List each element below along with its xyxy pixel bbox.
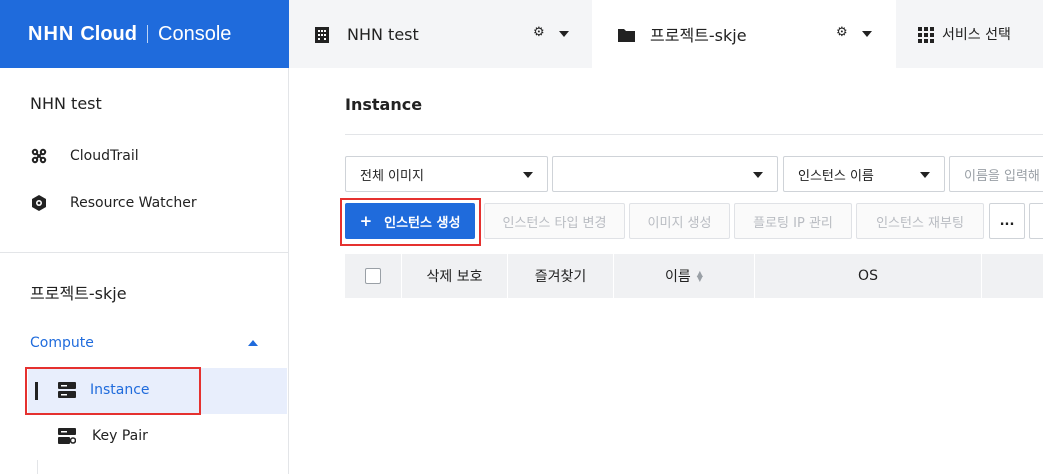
resource-watcher-icon	[30, 194, 48, 212]
sidebar-item-resource-watcher[interactable]: Resource Watcher	[30, 194, 197, 212]
header-next-column	[982, 254, 1043, 298]
sort-icon[interactable]: ▲ ▼	[697, 270, 703, 283]
select-all-checkbox[interactable]	[365, 268, 381, 284]
create-image-button[interactable]: 이미지 생성	[629, 203, 730, 239]
chevron-down-icon	[753, 172, 763, 178]
search-input[interactable]: 이름을 입력해	[949, 156, 1043, 192]
header-os[interactable]: OS	[755, 254, 981, 298]
tab-project[interactable]: 프로젝트-skje ⚙	[592, 0, 896, 68]
tab-organization-label: NHN test	[347, 24, 419, 44]
select-all-header	[345, 254, 401, 298]
folder-icon	[618, 27, 635, 42]
image-filter-select[interactable]: 전체 이미지	[345, 156, 548, 192]
search-field-value: 인스턴스 이름	[798, 168, 874, 184]
brand-nhn: NHN	[28, 22, 75, 45]
search-field-select[interactable]: 인스턴스 이름	[783, 156, 945, 192]
floating-ip-button[interactable]: 플로팅 IP 관리	[734, 203, 852, 239]
sidebar-item-label: Key Pair	[92, 428, 148, 444]
tab-organization[interactable]: NHN test ⚙	[289, 0, 592, 68]
flavor-filter-select[interactable]	[552, 156, 778, 192]
page-title: Instance	[345, 95, 423, 114]
key-pair-icon	[58, 428, 76, 444]
chevron-down-icon	[920, 172, 930, 178]
brand-console: Console	[158, 22, 232, 45]
sidebar-item-label: Resource Watcher	[70, 195, 197, 211]
change-instance-type-button[interactable]: 인스턴스 타입 변경	[484, 203, 625, 239]
reboot-instance-button[interactable]: 인스턴스 재부팅	[856, 203, 984, 239]
cloudtrail-icon	[30, 147, 48, 165]
tab-service-label: 서비스 선택	[942, 27, 1011, 43]
header-name-label: 이름	[665, 269, 691, 285]
chevron-down-icon	[523, 172, 533, 178]
highlight-box-instance	[25, 367, 201, 415]
chevron-down-icon[interactable]	[862, 31, 872, 37]
grid-icon	[918, 27, 934, 43]
sidebar-project-title: 프로젝트-skje	[30, 284, 127, 303]
overflow-button[interactable]	[1029, 203, 1043, 239]
chevron-down-icon[interactable]	[559, 31, 569, 37]
search-placeholder: 이름을 입력해	[964, 168, 1040, 184]
sidebar-item-label: CloudTrail	[70, 148, 139, 164]
tree-line	[37, 460, 38, 474]
main-content: Instance 전체 이미지 인스턴스 이름 이름을 입력해 + 인스턴스 생…	[289, 68, 1043, 474]
sidebar: NHN test CloudTrail Resource Watcher 프로젝…	[0, 68, 289, 474]
brand-cloud: Cloud	[80, 22, 137, 45]
header-favorite[interactable]: 즐겨찾기	[508, 254, 613, 298]
sidebar-item-cloudtrail[interactable]: CloudTrail	[30, 147, 139, 165]
tab-service-select[interactable]: 서비스 선택	[896, 0, 1043, 68]
sidebar-item-key-pair[interactable]: Key Pair	[58, 428, 148, 444]
highlight-box-create	[340, 198, 481, 246]
top-bar: NHN Cloud Console NHN test ⚙ 프로젝트-skje ⚙…	[0, 0, 1043, 68]
sidebar-section-compute[interactable]: Compute	[30, 335, 260, 351]
gear-icon[interactable]: ⚙	[533, 25, 545, 40]
sidebar-section-label: Compute	[30, 335, 94, 351]
gear-icon[interactable]: ⚙	[836, 25, 848, 40]
brand-separator	[147, 25, 148, 43]
building-icon	[315, 27, 329, 43]
sidebar-divider	[0, 252, 288, 253]
chevron-up-icon[interactable]	[248, 340, 258, 346]
title-divider	[345, 134, 1043, 135]
image-filter-value: 전체 이미지	[360, 168, 424, 184]
sidebar-org-title: NHN test	[30, 94, 102, 113]
tab-project-label: 프로젝트-skje	[650, 26, 747, 45]
header-name[interactable]: 이름 ▲ ▼	[614, 254, 754, 298]
header-delete-protection[interactable]: 삭제 보호	[402, 254, 507, 298]
brand-logo[interactable]: NHN Cloud Console	[0, 0, 289, 68]
more-actions-button[interactable]: ...	[989, 203, 1025, 239]
